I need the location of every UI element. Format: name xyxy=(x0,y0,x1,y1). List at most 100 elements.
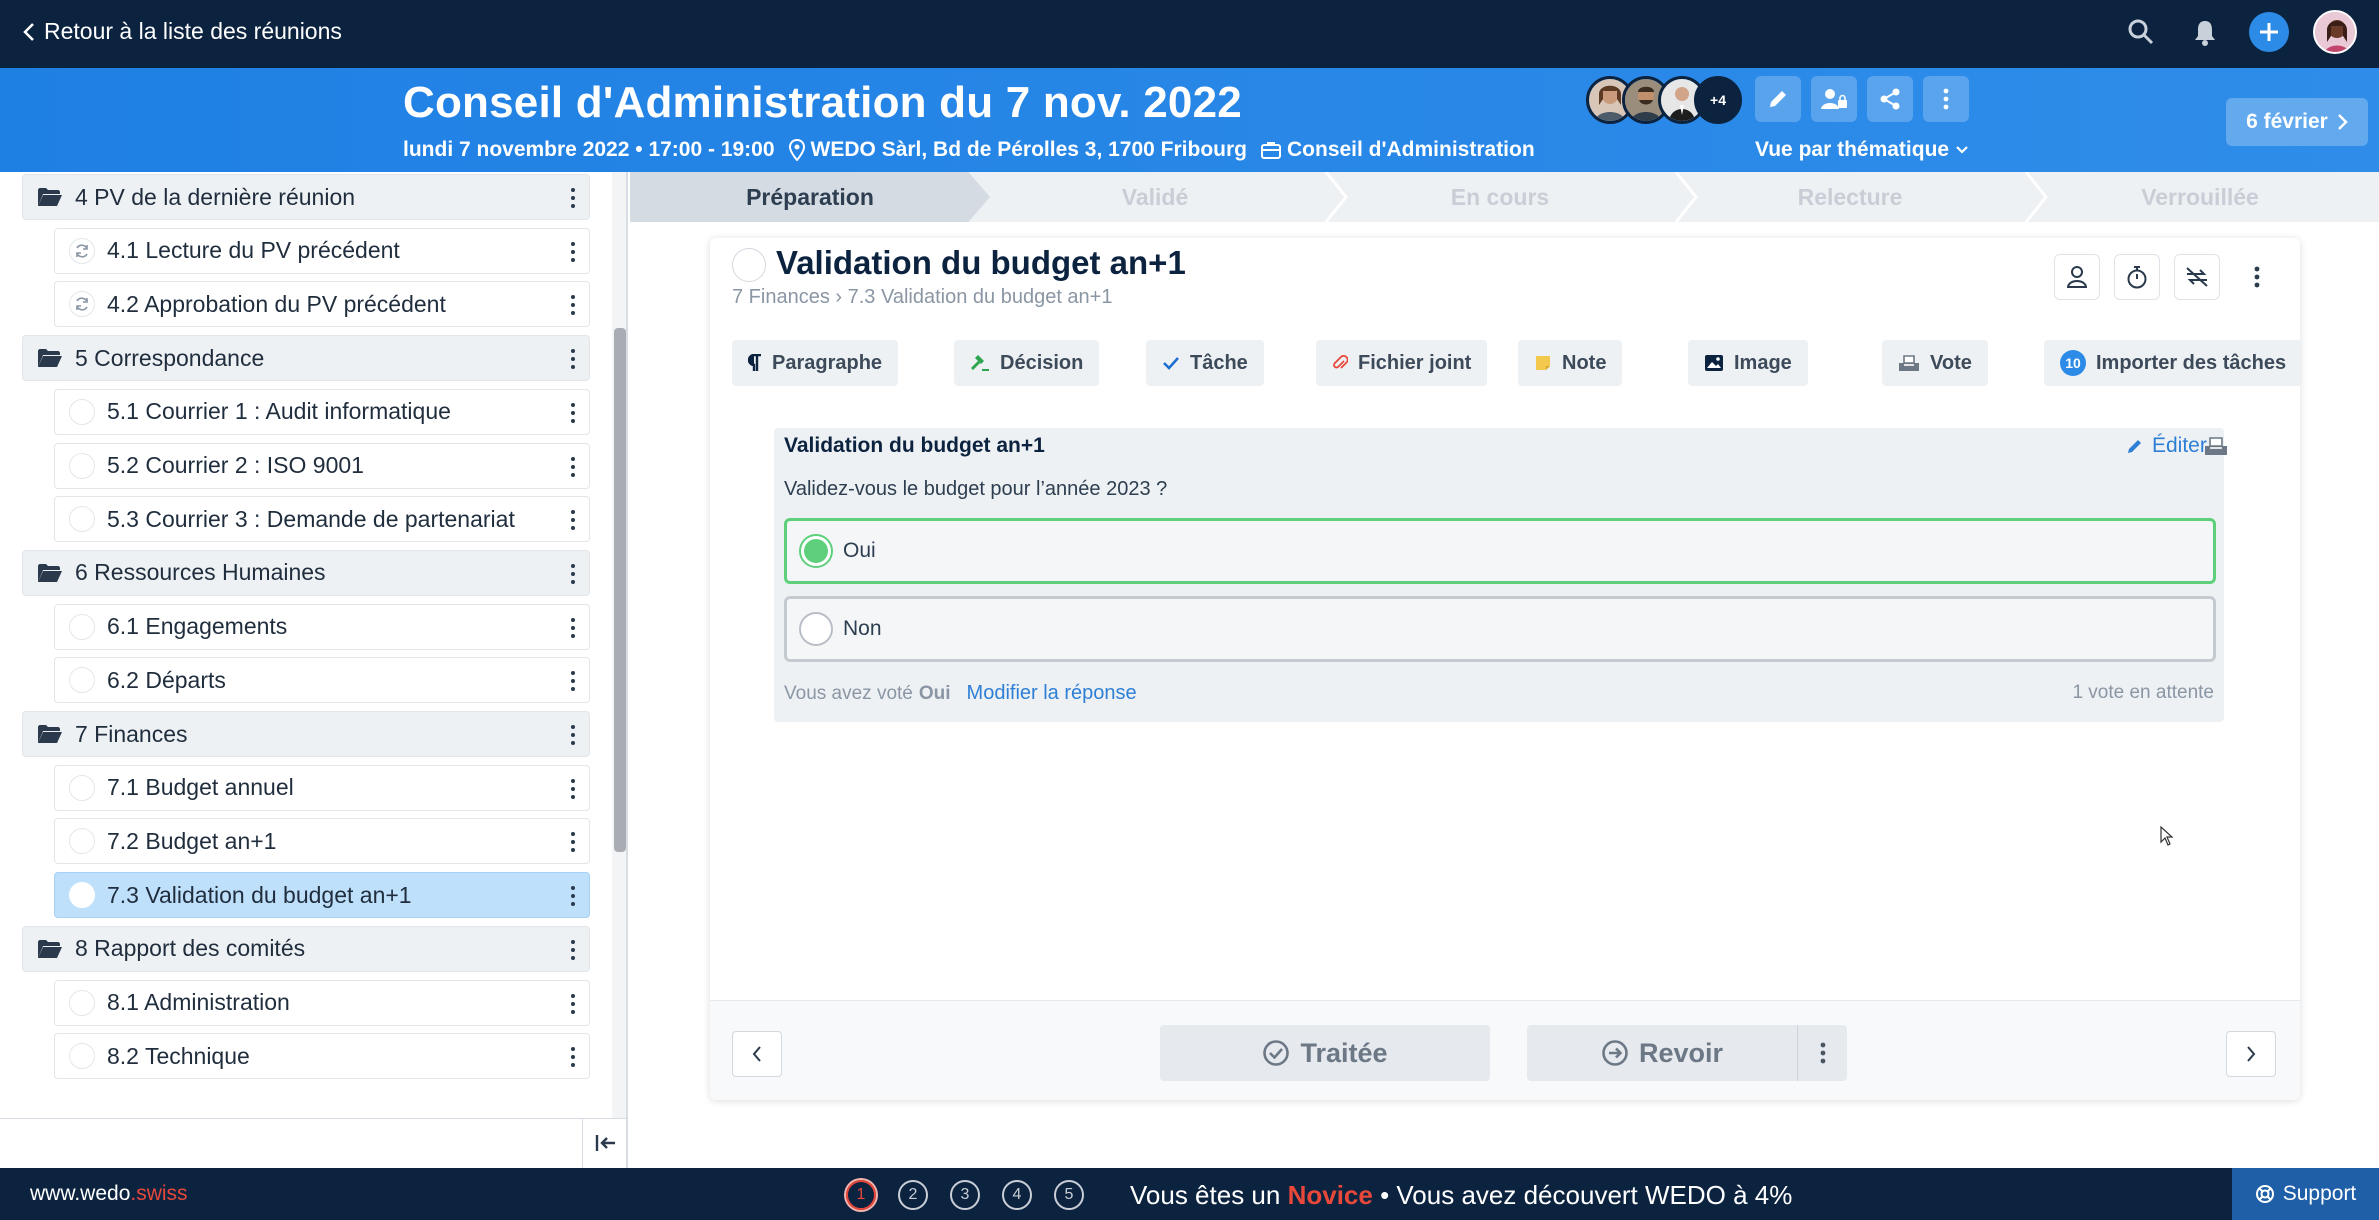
topic-status-circle[interactable] xyxy=(69,291,95,318)
item-menu-button[interactable] xyxy=(569,561,577,587)
agenda-topic[interactable]: 7.3 Validation du budget an+1 xyxy=(54,872,590,919)
add-vote-button[interactable]: Vote xyxy=(1882,340,1988,386)
topic-status-circle[interactable] xyxy=(69,774,95,801)
agenda-topic[interactable]: 4.1 Lecture du PV précédent xyxy=(54,227,590,274)
add-attachment-button[interactable]: Fichier joint xyxy=(1316,340,1488,386)
user-avatar[interactable] xyxy=(2313,10,2357,54)
assign-presenter-button[interactable] xyxy=(2054,254,2100,300)
agenda-section[interactable]: 8 Rapport des comités xyxy=(22,925,590,972)
repeat-toggle-button[interactable] xyxy=(2174,254,2220,300)
agenda-topic[interactable]: 5.1 Courrier 1 : Audit informatique xyxy=(54,388,590,435)
attendee-avatars[interactable]: +4 xyxy=(1586,76,1742,124)
vote-option-no[interactable]: Non xyxy=(784,596,2216,662)
agenda-topic[interactable]: 8.1 Administration xyxy=(54,979,590,1026)
item-menu-button[interactable] xyxy=(569,937,577,963)
step-locked[interactable]: Verrouillée xyxy=(2030,172,2370,222)
agenda-section[interactable]: 4 PV de la dernière réunion xyxy=(22,174,590,220)
agenda-section[interactable]: 5 Correspondance xyxy=(22,335,590,382)
step-validated[interactable]: Validé xyxy=(990,172,1320,222)
item-menu-button[interactable] xyxy=(569,292,577,318)
item-menu-button[interactable] xyxy=(569,722,577,748)
sidebar-scrollbar-thumb[interactable] xyxy=(614,328,626,852)
edit-vote-button[interactable]: Éditer xyxy=(2126,434,2207,458)
item-menu-button[interactable] xyxy=(569,346,577,372)
edit-meeting-button[interactable] xyxy=(1755,76,1801,122)
item-menu-button[interactable] xyxy=(569,883,577,909)
level-badge[interactable]: 1 xyxy=(846,1180,876,1210)
previous-topic-button[interactable] xyxy=(732,1031,782,1077)
vote-export-button[interactable] xyxy=(2204,436,2228,461)
search-button[interactable] xyxy=(2121,12,2161,52)
level-badge[interactable]: 5 xyxy=(1054,1180,1084,1210)
view-mode-selector[interactable]: Vue par thématique xyxy=(1755,138,1969,162)
item-menu-button[interactable] xyxy=(569,400,577,426)
add-task-button[interactable]: Tâche xyxy=(1146,340,1264,386)
share-button[interactable] xyxy=(1867,76,1913,122)
agenda-topic[interactable]: 7.1 Budget annuel xyxy=(54,764,590,811)
add-decision-button[interactable]: Décision xyxy=(954,340,1100,386)
agenda-topic[interactable]: 5.3 Courrier 3 : Demande de partenariat xyxy=(54,496,590,543)
support-button[interactable]: Support xyxy=(2232,1168,2379,1220)
level-badge[interactable]: 3 xyxy=(950,1180,980,1210)
set-duration-button[interactable] xyxy=(2114,254,2160,300)
level-badge[interactable]: 4 xyxy=(1002,1180,1032,1210)
item-menu-button[interactable] xyxy=(569,507,577,533)
topic-status-circle[interactable] xyxy=(69,1043,95,1070)
site-link[interactable]: www.wedo.swiss xyxy=(30,1182,188,1206)
modify-answer-link[interactable]: Modifier la réponse xyxy=(967,682,1137,705)
attendees-button[interactable] xyxy=(1811,76,1857,122)
agenda-section[interactable]: 7 Finances xyxy=(22,711,590,757)
review-button[interactable]: Revoir xyxy=(1527,1025,1797,1081)
item-menu-button[interactable] xyxy=(569,668,577,694)
topic-status-circle[interactable] xyxy=(69,882,95,909)
agenda-topic[interactable]: 6.2 Départs xyxy=(54,657,590,704)
topic-status-circle[interactable] xyxy=(69,828,95,855)
add-note-button[interactable]: Note xyxy=(1518,340,1623,386)
topic-status-circle[interactable] xyxy=(69,452,95,479)
folder-open-icon xyxy=(38,939,62,958)
agenda-topic[interactable]: 7.2 Budget an+1 xyxy=(54,818,590,865)
level-badge[interactable]: 2 xyxy=(898,1180,928,1210)
breadcrumb-parent[interactable]: 7 Finances xyxy=(732,286,830,308)
item-menu-button[interactable] xyxy=(569,776,577,802)
more-attendees-badge[interactable]: +4 xyxy=(1694,76,1742,124)
meeting-location[interactable]: WEDO Sàrl, Bd de Pérolles 3, 1700 Fribou… xyxy=(788,138,1247,162)
topic-status-circle[interactable] xyxy=(69,398,95,425)
agenda-topic[interactable]: 6.1 Engagements xyxy=(54,603,590,650)
topic-status-circle[interactable] xyxy=(69,613,95,640)
collapse-sidebar-button[interactable] xyxy=(582,1118,626,1168)
more-actions-button[interactable] xyxy=(1923,76,1969,122)
back-to-meetings-link[interactable]: Retour à la liste des réunions xyxy=(22,18,342,45)
topic-status-circle[interactable] xyxy=(69,667,95,694)
vote-option-yes[interactable]: Oui xyxy=(784,518,2216,584)
step-in-progress[interactable]: En cours xyxy=(1330,172,1670,222)
item-menu-button[interactable] xyxy=(569,829,577,855)
next-meeting-button[interactable]: 6 février xyxy=(2226,98,2368,146)
topic-more-button[interactable] xyxy=(2234,254,2280,300)
item-menu-button[interactable] xyxy=(569,239,577,265)
next-topic-button[interactable] xyxy=(2226,1031,2276,1077)
topic-status-circle[interactable] xyxy=(69,237,95,264)
agenda-section[interactable]: 6 Ressources Humaines xyxy=(22,549,590,596)
agenda-topic[interactable]: 5.2 Courrier 2 : ISO 9001 xyxy=(54,442,590,489)
agenda-topic[interactable]: 8.2 Technique xyxy=(54,1033,590,1080)
add-button[interactable] xyxy=(2249,12,2289,52)
mark-treated-button[interactable]: Traitée xyxy=(1160,1025,1490,1081)
item-menu-button[interactable] xyxy=(569,1044,577,1070)
add-image-button[interactable]: Image xyxy=(1688,340,1808,386)
item-menu-button[interactable] xyxy=(569,991,577,1017)
agenda-topic[interactable]: 4.2 Approbation du PV précédent xyxy=(54,281,590,328)
topic-done-checkbox[interactable] xyxy=(732,248,766,282)
import-tasks-button[interactable]: 10 Importer des tâches xyxy=(2044,340,2303,386)
step-proofreading[interactable]: Relecture xyxy=(1680,172,2020,222)
notifications-button[interactable] xyxy=(2185,12,2225,52)
review-options-button[interactable] xyxy=(1797,1025,1847,1081)
item-menu-button[interactable] xyxy=(569,615,577,641)
step-preparation[interactable]: Préparation xyxy=(630,172,990,222)
item-menu-button[interactable] xyxy=(569,185,577,211)
add-paragraph-button[interactable]: Paragraphe xyxy=(732,340,899,386)
item-menu-button[interactable] xyxy=(569,454,577,480)
topic-status-circle[interactable] xyxy=(69,989,95,1016)
topic-status-circle[interactable] xyxy=(69,506,95,533)
agenda-item-label: 6 Ressources Humaines xyxy=(75,559,326,586)
